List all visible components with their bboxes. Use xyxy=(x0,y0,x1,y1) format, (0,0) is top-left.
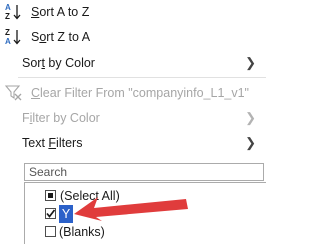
text-filters-label: Text Filters xyxy=(22,136,83,150)
y-checkbox[interactable] xyxy=(45,208,56,219)
list-item-blanks[interactable]: (Blanks) xyxy=(37,223,157,241)
blanks-checkbox[interactable] xyxy=(45,226,56,237)
clear-filter-label: Clear Filter From "companyinfo_L1_v1" xyxy=(31,86,249,100)
text-filters-item[interactable]: Text Filters ❯ xyxy=(0,131,266,155)
svg-text:Z: Z xyxy=(5,12,10,21)
sort-by-color-label: Sort by Color xyxy=(22,56,95,70)
svg-text:A: A xyxy=(5,37,11,46)
autofilter-dropdown-menu: A Z Sort A to Z Z A Sort Z to A Sort by … xyxy=(0,0,266,244)
sort-z-to-a-item[interactable]: Z A Sort Z to A xyxy=(0,25,266,49)
sort-descending-icon: Z A xyxy=(4,27,24,47)
clear-filter-item[interactable]: Clear Filter From "companyinfo_L1_v1" xyxy=(0,81,266,105)
red-arrow-annotation xyxy=(74,197,188,221)
svg-text:A: A xyxy=(5,3,11,12)
search-input[interactable]: Search xyxy=(24,163,264,181)
chevron-right-icon: ❯ xyxy=(245,135,256,150)
chevron-right-icon: ❯ xyxy=(245,110,256,125)
list-item-label: (Blanks) xyxy=(59,225,105,239)
filter-by-color-item[interactable]: Filter by Color ❯ xyxy=(0,106,266,130)
select-all-checkbox[interactable] xyxy=(45,190,56,201)
sort-a-to-z-label: Sort A to Z xyxy=(31,5,90,19)
clear-filter-icon xyxy=(4,83,24,103)
sort-z-to-a-label: Sort Z to A xyxy=(31,30,91,44)
menu-separator xyxy=(18,77,266,78)
sort-ascending-icon: A Z xyxy=(4,2,24,22)
sort-a-to-z-item[interactable]: A Z Sort A to Z xyxy=(0,0,266,24)
filter-by-color-label: Filter by Color xyxy=(22,111,100,125)
sort-by-color-item[interactable]: Sort by Color ❯ xyxy=(0,51,266,75)
search-placeholder: Search xyxy=(29,165,68,179)
chevron-right-icon: ❯ xyxy=(245,55,256,70)
svg-text:Z: Z xyxy=(5,28,10,37)
